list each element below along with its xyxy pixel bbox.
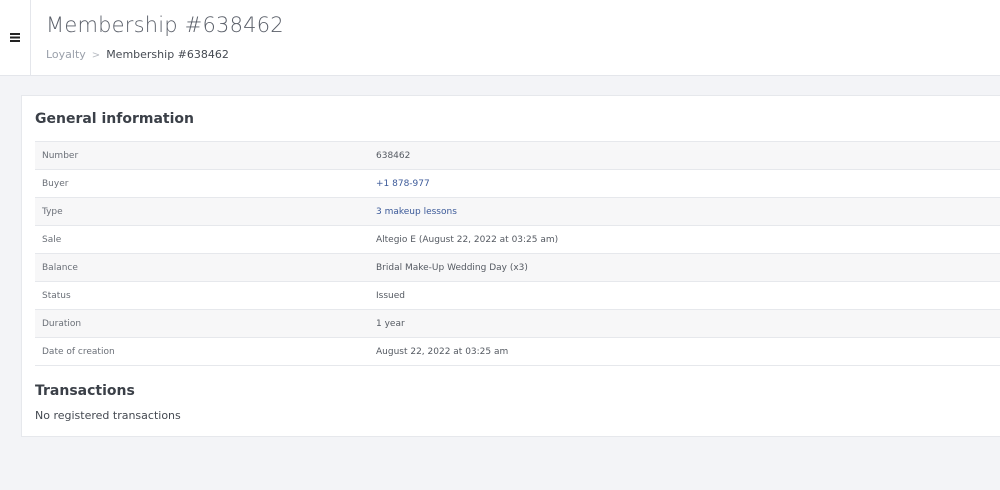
- no-transactions-text: No registered transactions: [35, 409, 181, 422]
- table-row: Buyer +1 878-977: [35, 169, 1000, 198]
- row-label-date-of-creation: Date of creation: [35, 337, 369, 366]
- breadcrumb-separator: >: [91, 50, 101, 61]
- breadcrumb-loyalty-link[interactable]: Loyalty: [46, 48, 86, 61]
- row-value-sale: Altegio E (August 22, 2022 at 03:25 am): [369, 225, 1000, 254]
- row-label-type: Type: [35, 197, 369, 226]
- table-row: Balance Bridal Make-Up Wedding Day (x3): [35, 253, 1000, 282]
- hamburger-menu-icon: [10, 33, 20, 42]
- table-row: Sale Altegio E (August 22, 2022 at 03:25…: [35, 225, 1000, 254]
- table-row: Number 638462: [35, 141, 1000, 170]
- row-label-balance: Balance: [35, 253, 369, 282]
- row-value-date-of-creation: August 22, 2022 at 03:25 am: [369, 337, 1000, 366]
- table-row: Status Issued: [35, 281, 1000, 310]
- row-label-buyer: Buyer: [35, 169, 369, 198]
- table-row: Date of creation August 22, 2022 at 03:2…: [35, 337, 1000, 366]
- buyer-link[interactable]: +1 878-977: [376, 179, 430, 189]
- row-label-sale: Sale: [35, 225, 369, 254]
- general-information-heading: General information: [35, 111, 194, 127]
- type-link[interactable]: 3 makeup lessons: [376, 207, 457, 217]
- row-label-number: Number: [35, 141, 369, 170]
- row-label-duration: Duration: [35, 309, 369, 338]
- row-value-status: Issued: [369, 281, 1000, 310]
- top-bar: Membership #638462 Loyalty > Membership #6…: [0, 0, 1000, 76]
- row-value-duration: 1 year: [369, 309, 1000, 338]
- menu-toggle-button[interactable]: [0, 0, 31, 75]
- breadcrumb: Loyalty > Membership #638462: [46, 48, 229, 61]
- general-information-table: Number 638462 Buyer +1 878-977 Type 3 ma…: [35, 141, 1000, 366]
- row-value-number: 638462: [369, 141, 1000, 170]
- row-label-status: Status: [35, 281, 369, 310]
- table-row: Duration 1 year: [35, 309, 1000, 338]
- membership-card: General information Number 638462 Buyer …: [21, 95, 1000, 437]
- table-row: Type 3 makeup lessons: [35, 197, 1000, 226]
- transactions-heading: Transactions: [35, 383, 135, 399]
- breadcrumb-current: Membership #638462: [106, 48, 229, 61]
- page-title: Membership #638462: [46, 13, 284, 37]
- row-value-balance: Bridal Make-Up Wedding Day (x3): [369, 253, 1000, 282]
